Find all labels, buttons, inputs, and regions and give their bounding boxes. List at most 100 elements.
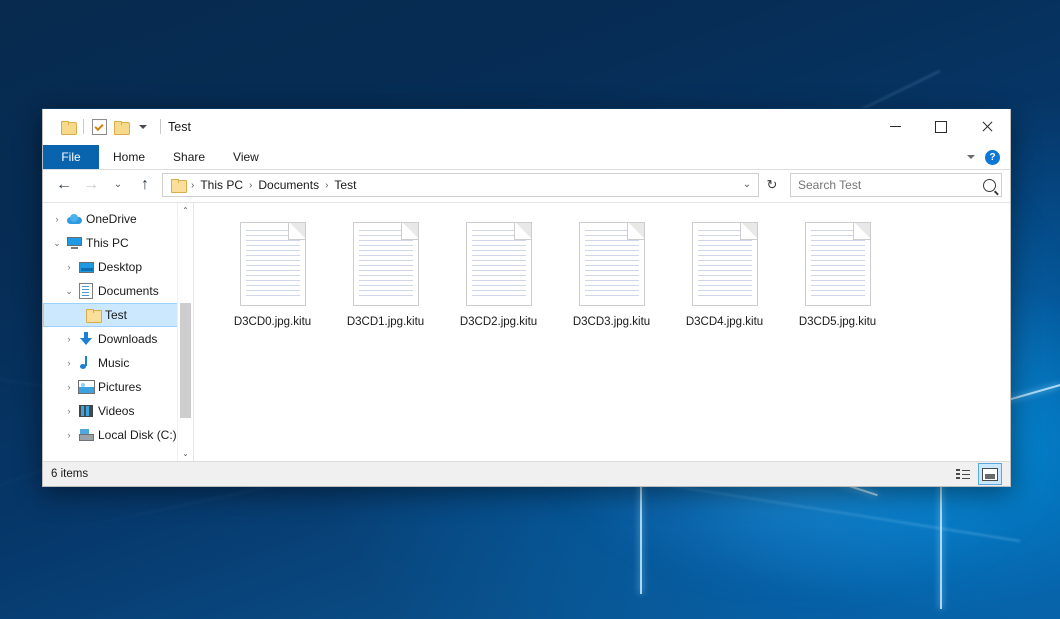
back-button[interactable]: ← [51, 173, 77, 197]
properties-icon[interactable] [88, 116, 110, 138]
sidebar-item-label: Pictures [98, 380, 141, 394]
generic-document-icon [237, 219, 309, 309]
computer-icon [65, 237, 83, 249]
up-arrow-icon: ↑ [141, 177, 149, 193]
scroll-up-icon[interactable]: ⌃ [178, 203, 193, 218]
title-bar: Test [43, 109, 1010, 145]
file-item[interactable]: D3CD1.jpg.kitu [329, 217, 442, 328]
navigation-buttons: ← → ⌄ ↑ [51, 173, 158, 197]
collapse-chevron-icon[interactable]: ⌄ [49, 238, 65, 249]
expand-chevron-icon[interactable]: › [49, 214, 65, 224]
expand-chevron-icon[interactable]: › [61, 334, 77, 344]
large-icons-view-icon [982, 468, 998, 481]
forward-button[interactable]: → [78, 173, 104, 197]
breadcrumb-documents[interactable]: Documents [253, 176, 324, 194]
generic-document-icon [576, 219, 648, 309]
item-count-label: 6 items [51, 468, 88, 480]
scrollbar-thumb[interactable] [180, 303, 191, 418]
refresh-button[interactable]: ↻ [760, 173, 784, 197]
file-name: D3CD5.jpg.kitu [799, 316, 876, 328]
recent-locations-button[interactable]: ⌄ [105, 173, 131, 197]
desktop-icon [77, 262, 95, 273]
folder-icon[interactable] [57, 116, 79, 138]
scroll-down-icon[interactable]: ⌄ [178, 446, 193, 461]
tab-share[interactable]: Share [159, 145, 219, 169]
details-view-button[interactable] [951, 463, 975, 485]
status-bar: 6 items [43, 461, 1010, 486]
navigation-pane: › OneDrive ⌄ This PC › Desktop ⌄ [43, 203, 193, 461]
search-box[interactable] [790, 173, 1002, 197]
collapse-chevron-icon[interactable]: ⌄ [61, 286, 77, 297]
forward-arrow-icon: → [83, 177, 99, 193]
search-input[interactable] [796, 177, 983, 193]
sidebar-item-desktop[interactable]: › Desktop [43, 255, 193, 279]
quick-access-toolbar [43, 116, 168, 138]
new-folder-icon[interactable] [110, 116, 132, 138]
expand-chevron-icon[interactable]: › [61, 262, 77, 272]
expand-chevron-icon[interactable]: › [61, 430, 77, 440]
expand-chevron-icon[interactable]: › [61, 382, 77, 392]
sidebar-item-label: OneDrive [86, 212, 137, 226]
toolbar-divider [160, 119, 161, 134]
sidebar-item-pictures[interactable]: › Pictures [43, 375, 193, 399]
navigation-pane-scrollbar[interactable]: ⌃ ⌄ [177, 203, 193, 461]
help-icon[interactable]: ? [985, 150, 1000, 165]
sidebar-item-this-pc[interactable]: ⌄ This PC [43, 231, 193, 255]
folder-tree: › OneDrive ⌄ This PC › Desktop ⌄ [43, 203, 193, 447]
download-icon [77, 332, 95, 346]
maximize-button[interactable] [918, 109, 964, 144]
tab-file[interactable]: File [43, 145, 99, 169]
sidebar-item-videos[interactable]: › Videos [43, 399, 193, 423]
disk-icon [77, 429, 95, 441]
back-arrow-icon: ← [56, 177, 72, 193]
file-name: D3CD3.jpg.kitu [573, 316, 650, 328]
generic-document-icon [802, 219, 874, 309]
sidebar-item-local-disk-c[interactable]: › Local Disk (C:) [43, 423, 193, 447]
address-bar[interactable]: › This PC › Documents › Test ⌄ [162, 173, 759, 197]
sidebar-item-label: Downloads [98, 332, 157, 346]
file-item[interactable]: D3CD4.jpg.kitu [668, 217, 781, 328]
expand-ribbon-icon[interactable] [967, 155, 975, 159]
sidebar-item-downloads[interactable]: › Downloads [43, 327, 193, 351]
toolbar-divider [83, 119, 84, 134]
expand-chevron-icon[interactable]: › [61, 406, 77, 416]
tab-home[interactable]: Home [99, 145, 159, 169]
videos-icon [77, 405, 95, 417]
close-button[interactable] [964, 109, 1010, 144]
window-controls [872, 109, 1010, 144]
file-name: D3CD0.jpg.kitu [234, 316, 311, 328]
sidebar-item-label: Music [98, 356, 129, 370]
sidebar-item-label: Videos [98, 404, 134, 418]
generic-document-icon [463, 219, 535, 309]
breadcrumb-test[interactable]: Test [329, 176, 361, 194]
sidebar-item-test[interactable]: Test [43, 303, 193, 327]
file-item[interactable]: D3CD5.jpg.kitu [781, 217, 894, 328]
breadcrumb: › This PC › Documents › Test [165, 176, 738, 194]
generic-document-icon [689, 219, 761, 309]
file-name: D3CD1.jpg.kitu [347, 316, 424, 328]
sidebar-item-onedrive[interactable]: › OneDrive [43, 207, 193, 231]
up-button[interactable]: ↑ [132, 173, 158, 197]
file-list[interactable]: D3CD0.jpg.kitu D3CD1.jpg.kitu D3CD2.jpg.… [194, 203, 1010, 461]
file-item[interactable]: D3CD0.jpg.kitu [216, 217, 329, 328]
file-item[interactable]: D3CD3.jpg.kitu [555, 217, 668, 328]
scrollbar-track[interactable] [178, 218, 193, 446]
sidebar-item-music[interactable]: › Music [43, 351, 193, 375]
ribbon-tabs: File Home Share View ? [43, 145, 1010, 170]
sidebar-item-documents[interactable]: ⌄ Documents [43, 279, 193, 303]
breadcrumb-this-pc[interactable]: This PC [195, 176, 248, 194]
file-item[interactable]: D3CD2.jpg.kitu [442, 217, 555, 328]
expand-chevron-icon[interactable]: › [61, 358, 77, 368]
address-dropdown-icon[interactable]: ⌄ [738, 175, 756, 195]
large-icons-view-button[interactable] [978, 463, 1002, 485]
tab-view[interactable]: View [219, 145, 273, 169]
sidebar-item-label: Test [105, 308, 127, 322]
chevron-down-icon[interactable] [132, 116, 154, 138]
sidebar-item-label: Desktop [98, 260, 142, 274]
search-icon [983, 179, 996, 192]
chevron-down-icon: ⌄ [114, 180, 122, 190]
file-name: D3CD2.jpg.kitu [460, 316, 537, 328]
sidebar-item-label: This PC [86, 236, 129, 250]
minimize-button[interactable] [872, 109, 918, 144]
details-view-icon [956, 469, 970, 480]
